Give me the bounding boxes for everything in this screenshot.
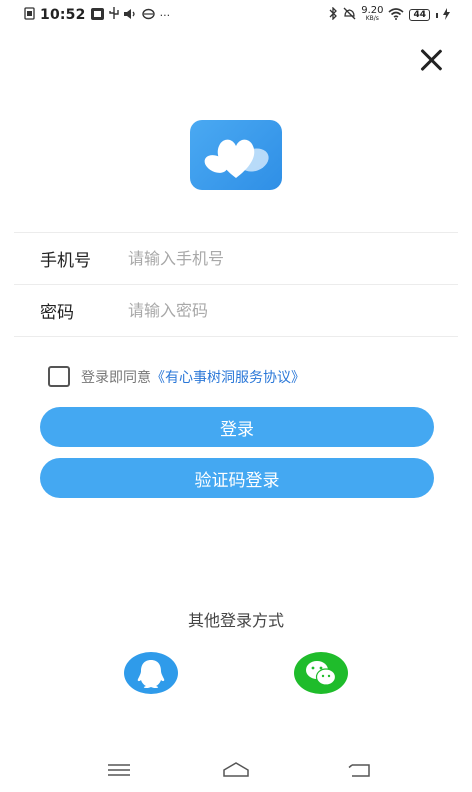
wifi-icon — [388, 7, 404, 23]
net-speed: 9.20 KB/s — [361, 5, 384, 23]
wechat-login-button[interactable] — [294, 652, 348, 694]
agreement-checkbox[interactable] — [48, 366, 70, 387]
battery-indicator: 44 — [409, 9, 430, 21]
password-label: 密码 — [40, 302, 74, 323]
net-speed-unit: KB/s — [365, 15, 379, 22]
password-input[interactable] — [128, 300, 418, 320]
battery-level: 44 — [413, 10, 426, 20]
cloud-icon — [141, 8, 155, 23]
bluetooth-icon — [329, 6, 338, 23]
service-agreement-link[interactable]: 《有心事树洞服务协议》 — [151, 367, 305, 387]
divider-top — [14, 232, 458, 233]
password-row: 密码 — [40, 298, 440, 323]
home-icon[interactable] — [221, 758, 251, 782]
status-left: 10:52 ··· — [24, 7, 170, 23]
mute-icon — [343, 7, 356, 23]
agreement-row: 登录即同意 《有心事树洞服务协议》 — [48, 366, 305, 387]
net-speed-value: 9.20 — [361, 5, 384, 16]
agreement-prefix: 登录即同意 — [81, 369, 151, 386]
file-icon — [24, 7, 35, 23]
volume-icon — [123, 8, 137, 23]
qq-login-button[interactable] — [124, 652, 178, 694]
close-button[interactable] — [418, 46, 446, 74]
back-icon[interactable] — [345, 758, 375, 782]
status-right: 9.20 KB/s 44 — [329, 5, 450, 23]
status-bar: 10:52 ··· 9.20 KB/s 44 — [0, 0, 472, 30]
phone-label: 手机号 — [40, 250, 91, 271]
more-indicator: ··· — [159, 8, 171, 22]
system-nav-bar — [0, 750, 472, 792]
login-button[interactable]: 登录 — [40, 407, 434, 447]
phone-input[interactable] — [128, 248, 418, 268]
qq-icon — [137, 660, 165, 688]
status-time: 10:52 — [40, 7, 86, 23]
usb-icon — [108, 7, 119, 23]
menu-icon[interactable] — [104, 758, 134, 782]
wechat-icon — [306, 661, 337, 686]
phone-row: 手机号 — [40, 246, 440, 271]
app-logo — [190, 120, 282, 190]
divider-middle — [14, 284, 458, 285]
charging-icon — [443, 7, 450, 23]
divider-bottom — [14, 336, 458, 337]
sms-login-button[interactable]: 验证码登录 — [40, 458, 434, 498]
battery-cap — [436, 12, 438, 18]
heart-petals-icon — [204, 139, 269, 178]
sim-icon — [90, 7, 104, 23]
other-login-title: 其他登录方式 — [187, 611, 284, 630]
